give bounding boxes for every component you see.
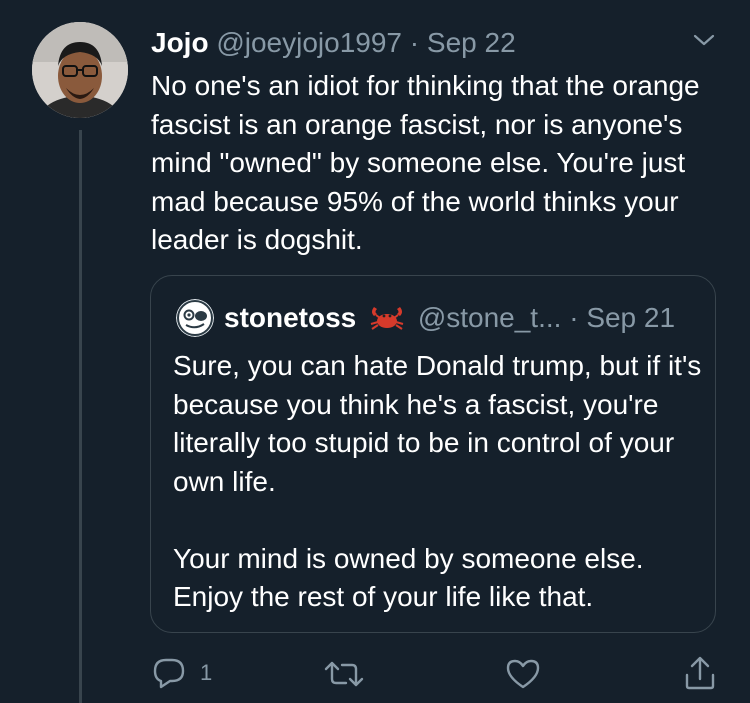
quoted-meta-separator: · xyxy=(569,302,579,333)
avatar-image xyxy=(32,22,128,118)
quoted-tweet-card[interactable]: stonetoss @stone_t... · Sep 21 Sure, you… xyxy=(150,275,716,633)
reply-icon xyxy=(153,658,185,689)
retweet-button[interactable] xyxy=(324,659,364,689)
reply-button[interactable]: 1 xyxy=(152,657,212,689)
quoted-author-name: stonetoss xyxy=(224,302,357,333)
chevron-down-icon[interactable] xyxy=(691,30,717,50)
share-button[interactable] xyxy=(683,655,717,691)
quoted-author-avatar xyxy=(176,299,214,337)
like-icon xyxy=(506,659,540,689)
tweet-date[interactable]: Sep 22 xyxy=(427,27,516,58)
thread-line xyxy=(79,130,82,703)
author-handle[interactable]: @joeyjojo1997 xyxy=(216,27,402,58)
share-icon xyxy=(685,656,715,690)
quoted-tweet-header: stonetoss @stone_t... · Sep 21 xyxy=(224,300,675,336)
tweet-header: Jojo @joeyjojo1997 · Sep 22 xyxy=(151,25,516,61)
quoted-tweet-text: Sure, you can hate Donald trump, but if … xyxy=(173,350,702,612)
author-name[interactable]: Jojo xyxy=(151,27,209,58)
author-avatar[interactable] xyxy=(32,22,128,118)
like-button[interactable] xyxy=(505,658,541,690)
tweet-action-bar: 1 xyxy=(0,655,750,695)
reply-count: 1 xyxy=(200,660,213,685)
retweet-icon xyxy=(324,661,364,687)
quoted-author-handle: @stone_t... xyxy=(417,302,562,333)
crab-icon xyxy=(370,307,404,330)
tweet-text: No one's an idiot for thinking that the … xyxy=(151,70,700,255)
quoted-tweet-date: Sep 21 xyxy=(586,302,676,333)
meta-separator: · xyxy=(409,27,420,58)
quoted-avatar-image xyxy=(176,299,214,337)
